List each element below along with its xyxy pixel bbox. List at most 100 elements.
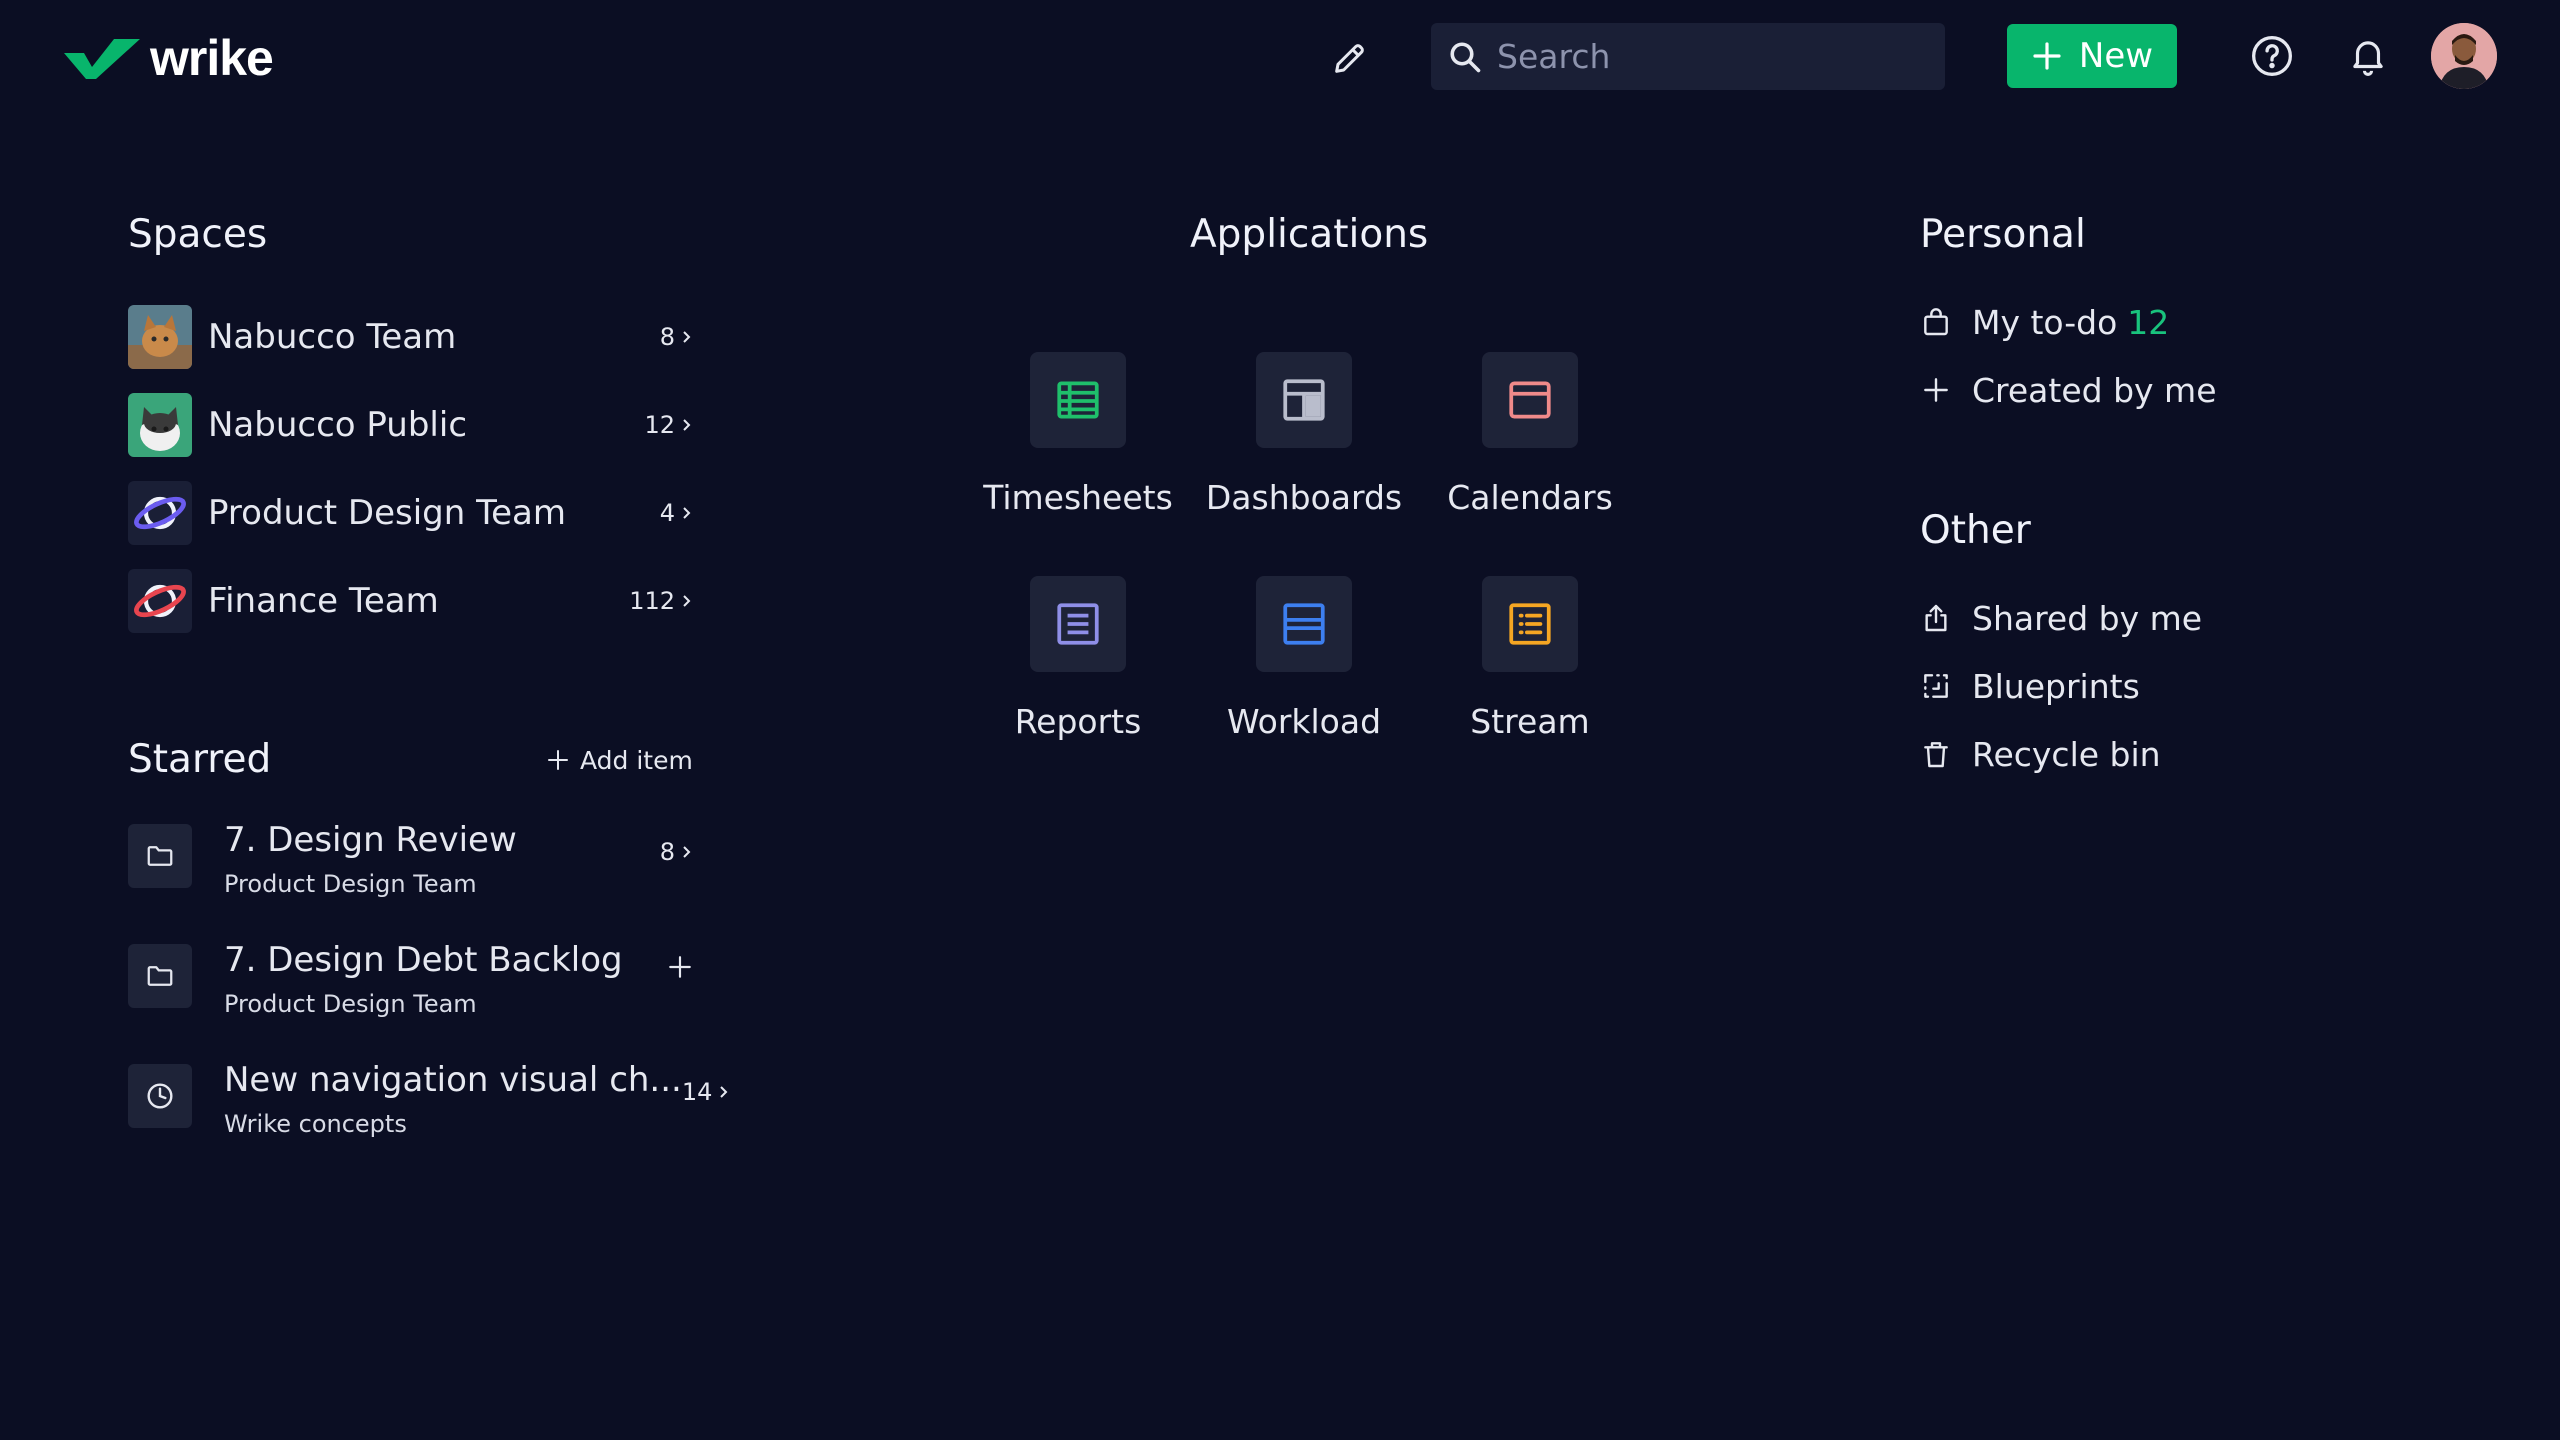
chevron-right-icon <box>683 419 691 431</box>
my-todo-link[interactable]: My to-do 12 <box>1920 297 2169 347</box>
blueprints-link[interactable]: Blueprints <box>1920 661 2140 711</box>
starred-item-title: New navigation visual ch... <box>224 1060 682 1100</box>
space-item-finance-team[interactable]: Finance Team 112 <box>128 569 693 633</box>
add-subitem-button[interactable] <box>667 954 693 980</box>
recycle-bin-link[interactable]: Recycle bin <box>1920 729 2161 779</box>
new-button-label: New <box>2078 36 2154 76</box>
notifications-button[interactable] <box>2340 28 2396 84</box>
help-button[interactable] <box>2244 28 2300 84</box>
blueprints-icon <box>1924 674 1948 698</box>
app-tile <box>1256 576 1352 672</box>
starred-item-design-debt-backlog[interactable]: 7. Design Debt Backlog Product Design Te… <box>128 940 693 1030</box>
app-calendars[interactable]: Calendars <box>1430 352 1630 532</box>
search-input[interactable] <box>1497 37 1917 76</box>
starred-item-text: New navigation visual ch... Wrike concep… <box>224 1060 682 1138</box>
space-count: 4 <box>660 499 693 527</box>
workload-icon <box>1283 603 1325 645</box>
starred-heading: Starred <box>128 737 272 782</box>
folder-icon <box>147 966 173 986</box>
space-label: Product Design Team <box>208 493 566 533</box>
calendars-icon <box>1509 381 1551 419</box>
space-item-nabucco-team[interactable]: Nabucco Team 8 <box>128 305 693 369</box>
add-item-button[interactable]: Add item <box>546 740 693 780</box>
bell-icon <box>2353 41 2383 76</box>
app-workload[interactable]: Workload <box>1204 576 1404 756</box>
wrike-check-icon <box>64 39 140 79</box>
app-reports[interactable]: Reports <box>978 576 1178 756</box>
chevron-right-icon <box>683 595 691 607</box>
cat-photo-icon <box>128 393 192 457</box>
shared-by-me-label: Shared by me <box>1972 598 2203 638</box>
space-item-product-design-team[interactable]: Product Design Team 4 <box>128 481 693 545</box>
todo-bag-icon <box>1924 308 1948 336</box>
count-value: 14 <box>681 1078 713 1106</box>
starred-item-text: 7. Design Review Product Design Team <box>224 820 660 898</box>
space-count: 12 <box>644 411 693 439</box>
created-by-me-label: Created by me <box>1972 370 2217 410</box>
count-value: 8 <box>659 838 675 866</box>
plus-icon <box>2033 42 2061 70</box>
space-label: Nabucco Team <box>208 317 457 357</box>
app-stream[interactable]: Stream <box>1430 576 1630 756</box>
starred-item-count: 8 <box>660 838 693 866</box>
planet-icon <box>134 584 186 618</box>
dashboards-icon <box>1283 379 1325 421</box>
shared-by-me-link[interactable]: Shared by me <box>1920 593 2202 643</box>
space-count: 112 <box>629 587 693 615</box>
spaces-heading: Spaces <box>128 212 268 257</box>
my-todo-label: My to-do <box>1972 302 2118 342</box>
count-value: 4 <box>659 499 675 527</box>
app-tile <box>1256 352 1352 448</box>
space-avatar <box>128 393 192 457</box>
search-box[interactable] <box>1431 23 1945 90</box>
app-label: Stream <box>1470 702 1590 741</box>
starred-item-avatar <box>128 824 192 888</box>
other-heading: Other <box>1920 508 2031 553</box>
search-icon <box>1450 41 1481 72</box>
starred-item-text: 7. Design Debt Backlog Product Design Te… <box>224 940 667 1018</box>
starred-item-count: 14 <box>682 1078 731 1106</box>
folder-icon <box>147 846 173 866</box>
pencil-icon <box>1335 44 1364 73</box>
avatar-image <box>2431 23 2497 89</box>
space-item-nabucco-public[interactable]: Nabucco Public 12 <box>128 393 693 457</box>
starred-item-title: 7. Design Debt Backlog <box>224 940 623 980</box>
starred-item-subtitle: Product Design Team <box>224 990 477 1018</box>
space-avatar <box>128 481 192 545</box>
starred-item-title: 7. Design Review <box>224 820 517 860</box>
chevron-right-icon <box>683 507 691 519</box>
app-dashboards[interactable]: Dashboards <box>1204 352 1404 532</box>
app-label: Dashboards <box>1205 478 1403 517</box>
help-icon <box>2252 36 2292 76</box>
add-item-label: Add item <box>580 745 693 775</box>
user-avatar[interactable] <box>2431 23 2497 89</box>
created-by-me-link[interactable]: Created by me <box>1920 365 2217 415</box>
app-tile <box>1030 576 1126 672</box>
app-label: Workload <box>1226 702 1382 741</box>
count-value: 12 <box>644 411 675 439</box>
app-label: Reports <box>1014 702 1142 741</box>
starred-item-design-review[interactable]: 7. Design Review Product Design Team 8 <box>128 820 693 910</box>
logo-wordmark: wrike <box>150 30 274 86</box>
new-button[interactable]: New <box>2007 24 2177 88</box>
starred-item-avatar <box>128 944 192 1008</box>
blueprints-label: Blueprints <box>1972 666 2140 706</box>
app-tile <box>1030 352 1126 448</box>
plus-icon <box>669 956 691 978</box>
edit-button[interactable] <box>1320 30 1380 86</box>
starred-item-new-navigation[interactable]: New navigation visual ch... Wrike concep… <box>128 1060 728 1150</box>
app-label: Timesheets <box>983 478 1173 517</box>
plus-icon <box>1924 378 1948 402</box>
stream-icon <box>1509 603 1551 645</box>
project-icon <box>147 1083 173 1109</box>
wrike-logo[interactable]: wrike <box>62 28 274 88</box>
plus-icon <box>548 750 568 770</box>
space-label: Finance Team <box>208 581 439 621</box>
chevron-right-icon <box>683 846 691 858</box>
space-label: Nabucco Public <box>208 405 468 445</box>
app-timesheets[interactable]: Timesheets <box>978 352 1178 532</box>
reports-icon <box>1057 603 1099 645</box>
app-tile <box>1482 352 1578 448</box>
timesheets-icon <box>1057 381 1099 419</box>
chevron-right-icon <box>683 331 691 343</box>
